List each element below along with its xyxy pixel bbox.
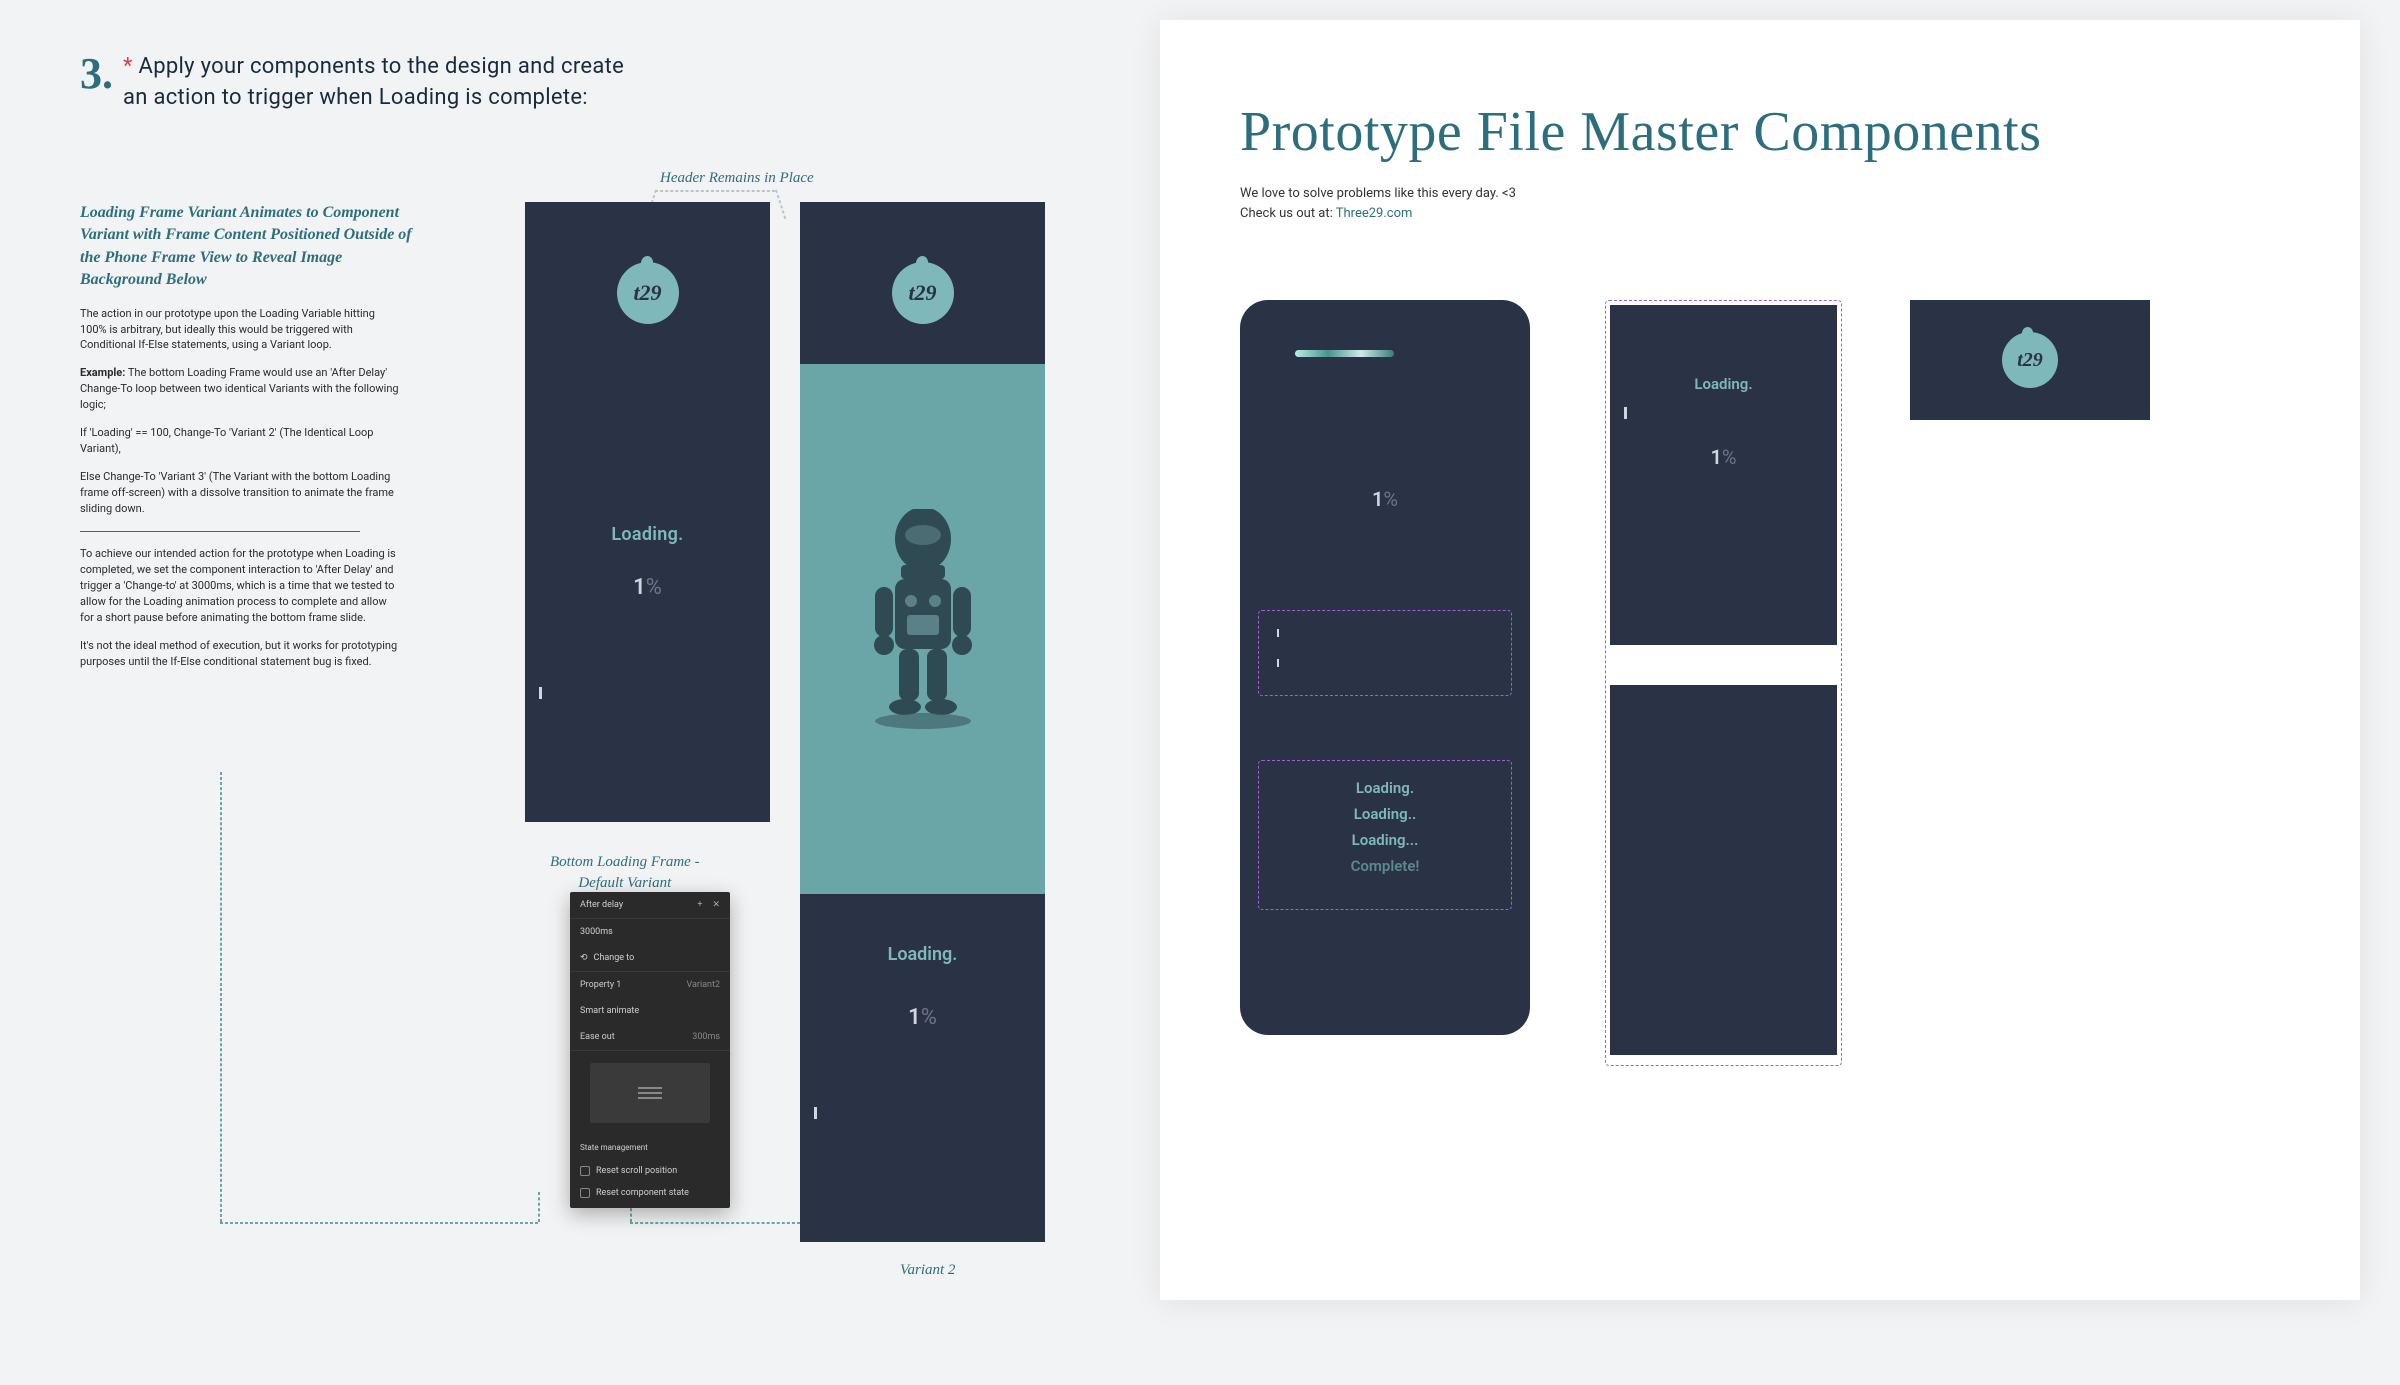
panel-subtitle: We love to solve problems like this ever…: [1160, 164, 2360, 223]
swap-icon: ⟲: [580, 953, 588, 963]
connector-line: [538, 1192, 540, 1222]
divider: [80, 531, 360, 532]
progress-bar: [1295, 350, 1475, 357]
header-remains-label: Header Remains in Place: [660, 170, 814, 187]
reset-scroll-checkbox[interactable]: Reset scroll position: [570, 1160, 730, 1182]
phone-frame-variant2: t29: [800, 202, 1045, 1242]
robot-illustration: [800, 364, 1045, 894]
link-three29[interactable]: Three29.com: [1336, 206, 1413, 221]
variant2-label: Variant 2: [900, 1262, 955, 1279]
variant-top: Loading. 1%: [1610, 305, 1837, 645]
checkbox-icon: [580, 1166, 590, 1176]
state-complete: Complete!: [1259, 853, 1511, 879]
percent-text: 1%: [1610, 445, 1837, 469]
reset-component-checkbox[interactable]: Reset component state: [570, 1182, 730, 1208]
duration-row[interactable]: 3000ms: [570, 919, 730, 945]
variant-row[interactable]: Property 1 Variant2: [570, 972, 730, 998]
annotation-body: The action in our prototype upon the Loa…: [80, 306, 400, 670]
component-slot-states: Loading. Loading.. Loading... Complete!: [1258, 760, 1512, 910]
phone-frame-default: t29 Loading. 1%: [525, 202, 770, 822]
interaction-panel: After delay + ✕ 3000ms ⟲ Change to Prope…: [570, 892, 730, 1208]
percent-text: 1%: [800, 1005, 1045, 1030]
step-number: 3.: [80, 52, 113, 96]
connector-line: [655, 190, 775, 192]
state-header: State management: [570, 1135, 730, 1160]
logo-icon: t29: [892, 262, 954, 324]
loading-label: Loading.: [800, 944, 1045, 965]
logo-icon: t29: [617, 262, 679, 324]
connector-line: [775, 190, 786, 219]
panel-header: After delay + ✕: [570, 892, 730, 919]
tick-mark: [1624, 407, 1627, 419]
panel-title: Prototype File Master Components: [1160, 20, 2360, 164]
master-components-panel: Prototype File Master Components We love…: [1160, 20, 2360, 1300]
loading-label: Loading.: [1610, 375, 1837, 393]
master-frame-variants: Loading. 1%: [1605, 300, 1842, 1066]
checkbox-icon: [580, 1188, 590, 1198]
state-loading3: Loading...: [1259, 827, 1511, 853]
percent-text: 1%: [1240, 487, 1530, 511]
bottom-frame-label: Bottom Loading Frame - Default Variant: [550, 852, 700, 894]
animate-row[interactable]: Smart animate: [570, 998, 730, 1024]
annotation-title: Loading Frame Variant Animates to Compon…: [80, 202, 420, 292]
state-loading2: Loading..: [1259, 801, 1511, 827]
step-header: 3. * Apply your components to the design…: [80, 52, 1080, 114]
variant-bottom: [1610, 685, 1837, 1055]
percent-text: 1%: [525, 575, 770, 600]
trigger-label[interactable]: After delay: [580, 900, 623, 910]
close-icon[interactable]: ✕: [712, 900, 720, 910]
easing-row[interactable]: Ease out 300ms: [570, 1024, 730, 1051]
component-slot-ticks: [1258, 610, 1512, 696]
master-logo-component: t29: [1910, 300, 2150, 420]
connector-line: [220, 772, 222, 1222]
action-row[interactable]: ⟲ Change to: [570, 945, 730, 972]
frame-preview: [590, 1063, 710, 1123]
plus-icon[interactable]: +: [697, 900, 702, 910]
tick-mark: [539, 687, 542, 699]
logo-icon: t29: [2002, 332, 2058, 388]
asterisk: *: [123, 54, 133, 79]
loading-label: Loading.: [525, 524, 770, 545]
tick-mark: [814, 1107, 817, 1119]
connector-line: [630, 1222, 800, 1224]
state-loading1: Loading.: [1259, 775, 1511, 801]
step-instruction: * Apply your components to the design an…: [123, 52, 624, 114]
connector-line: [220, 1222, 538, 1224]
